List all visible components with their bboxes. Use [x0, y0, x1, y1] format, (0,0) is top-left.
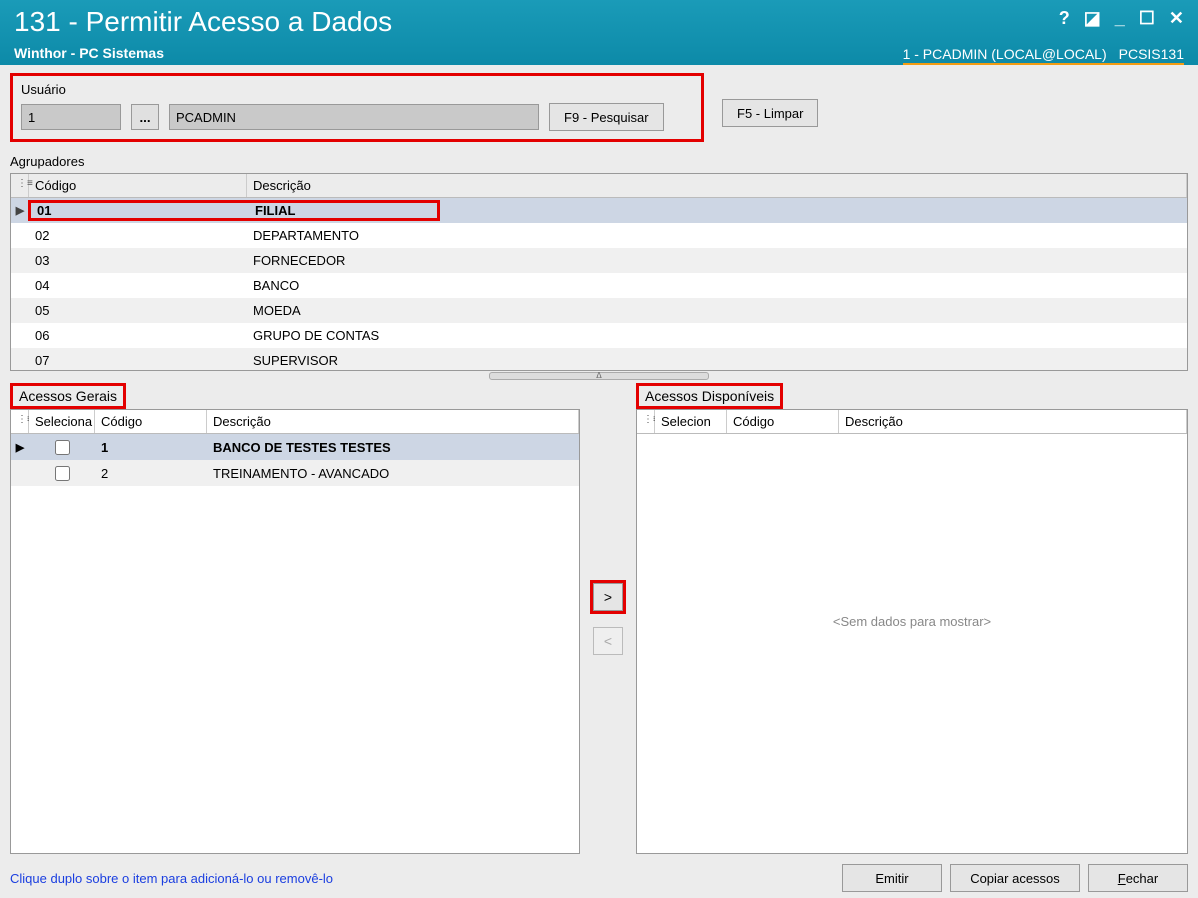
- table-row[interactable]: 07 SUPERVISOR: [11, 348, 1187, 370]
- col-codigo[interactable]: Código: [727, 410, 839, 433]
- list-item[interactable]: ▶ 1 BANCO DE TESTES TESTES: [11, 434, 579, 460]
- col-codigo[interactable]: Código: [29, 174, 247, 197]
- row-checkbox[interactable]: [55, 466, 70, 481]
- cell-desc: SUPERVISOR: [247, 353, 1187, 368]
- cell-code: 04: [29, 278, 247, 293]
- table-row[interactable]: 05 MOEDA: [11, 298, 1187, 323]
- usuario-label: Usuário: [21, 82, 693, 97]
- cell-desc: BANCO DE TESTES TESTES: [207, 440, 579, 455]
- footer-hint: Clique duplo sobre o item para adicioná-…: [10, 871, 333, 886]
- acessos-gerais-label: Acessos Gerais: [10, 383, 126, 409]
- usuario-name-input[interactable]: [169, 104, 539, 130]
- table-row[interactable]: 04 BANCO: [11, 273, 1187, 298]
- cell-desc: TREINAMENTO - AVANCADO: [207, 466, 579, 481]
- cell-code: 1: [95, 440, 207, 455]
- col-descricao[interactable]: Descrição: [207, 410, 579, 433]
- row-checkbox[interactable]: [55, 440, 70, 455]
- maximize-icon[interactable]: ☐: [1139, 8, 1155, 29]
- usuario-group: Usuário ... F9 - Pesquisar: [10, 73, 704, 142]
- edit-icon[interactable]: ◪: [1084, 8, 1101, 29]
- row-indicator-icon: ▶: [11, 441, 29, 454]
- lookup-button[interactable]: ...: [131, 104, 159, 130]
- table-row[interactable]: 03 FORNECEDOR: [11, 248, 1187, 273]
- cell-desc: BANCO: [247, 278, 1187, 293]
- close-icon[interactable]: ✕: [1169, 8, 1184, 29]
- splitter-handle[interactable]: ᐃ: [10, 371, 1188, 381]
- cell-code: 07: [29, 353, 247, 368]
- agrupadores-label: Agrupadores: [10, 154, 1188, 169]
- grid-indicator-header: ⋮≡: [11, 410, 29, 433]
- cell-desc: FORNECEDOR: [247, 253, 1187, 268]
- acessos-disponiveis-label: Acessos Disponíveis: [636, 383, 783, 409]
- title-bar: 131 - Permitir Acesso a Dados Winthor - …: [0, 0, 1198, 65]
- window-subtitle: Winthor - PC Sistemas: [14, 45, 392, 61]
- col-seleciona[interactable]: Selecion: [655, 410, 727, 433]
- help-icon[interactable]: ?: [1059, 8, 1070, 29]
- row-indicator-icon: ▶: [11, 204, 29, 217]
- cell-code: 2: [95, 466, 207, 481]
- emit-button[interactable]: Emitir: [842, 864, 942, 892]
- table-row[interactable]: 02 DEPARTAMENTO: [11, 223, 1187, 248]
- copy-access-button[interactable]: Copiar acessos: [950, 864, 1080, 892]
- col-descricao[interactable]: Descrição: [247, 174, 1187, 197]
- move-left-button[interactable]: <: [593, 627, 623, 655]
- agrupadores-grid[interactable]: ⋮≡ Código Descrição ▶ 01 FILIAL 02 DEPAR…: [10, 173, 1188, 371]
- cell-desc: DEPARTAMENTO: [247, 228, 1187, 243]
- cell-code: 02: [29, 228, 247, 243]
- col-descricao[interactable]: Descrição: [839, 410, 1187, 433]
- acessos-gerais-grid[interactable]: ⋮≡ Seleciona Código Descrição ▶ 1 BANCO …: [10, 409, 580, 854]
- cell-code: 01: [31, 203, 249, 218]
- clear-button[interactable]: F5 - Limpar: [722, 99, 818, 127]
- grid-indicator-header: ⋮≡: [11, 174, 29, 197]
- cell-desc: MOEDA: [247, 303, 1187, 318]
- search-button[interactable]: F9 - Pesquisar: [549, 103, 664, 131]
- splitter-icon: ᐃ: [596, 371, 601, 380]
- cell-code: 03: [29, 253, 247, 268]
- move-right-button[interactable]: >: [593, 583, 623, 611]
- window-title: 131 - Permitir Acesso a Dados: [14, 6, 392, 38]
- usuario-code-input[interactable]: [21, 104, 121, 130]
- acessos-disponiveis-grid[interactable]: ⋮≡ Selecion Código Descrição <Sem dados …: [636, 409, 1188, 854]
- grid-indicator-header: ⋮≡: [637, 410, 655, 433]
- cell-desc: GRUPO DE CONTAS: [247, 328, 1187, 343]
- cell-code: 05: [29, 303, 247, 318]
- col-seleciona[interactable]: Seleciona: [29, 410, 95, 433]
- context-user: 1 - PCADMIN (LOCAL@LOCAL): [903, 46, 1107, 62]
- cell-desc: FILIAL: [249, 203, 437, 218]
- empty-message: <Sem dados para mostrar>: [637, 614, 1187, 629]
- list-item[interactable]: 2 TREINAMENTO - AVANCADO: [11, 460, 579, 486]
- context-module: PCSIS131: [1119, 46, 1184, 62]
- cell-code: 06: [29, 328, 247, 343]
- minimize-icon[interactable]: _: [1115, 8, 1125, 29]
- agrupadores-body[interactable]: ▶ 01 FILIAL 02 DEPARTAMENTO 03 FORNECEDO…: [11, 198, 1187, 370]
- close-button[interactable]: Fechar: [1088, 864, 1188, 892]
- col-codigo[interactable]: Código: [95, 410, 207, 433]
- table-row[interactable]: ▶ 01 FILIAL: [11, 198, 1187, 223]
- table-row[interactable]: 06 GRUPO DE CONTAS: [11, 323, 1187, 348]
